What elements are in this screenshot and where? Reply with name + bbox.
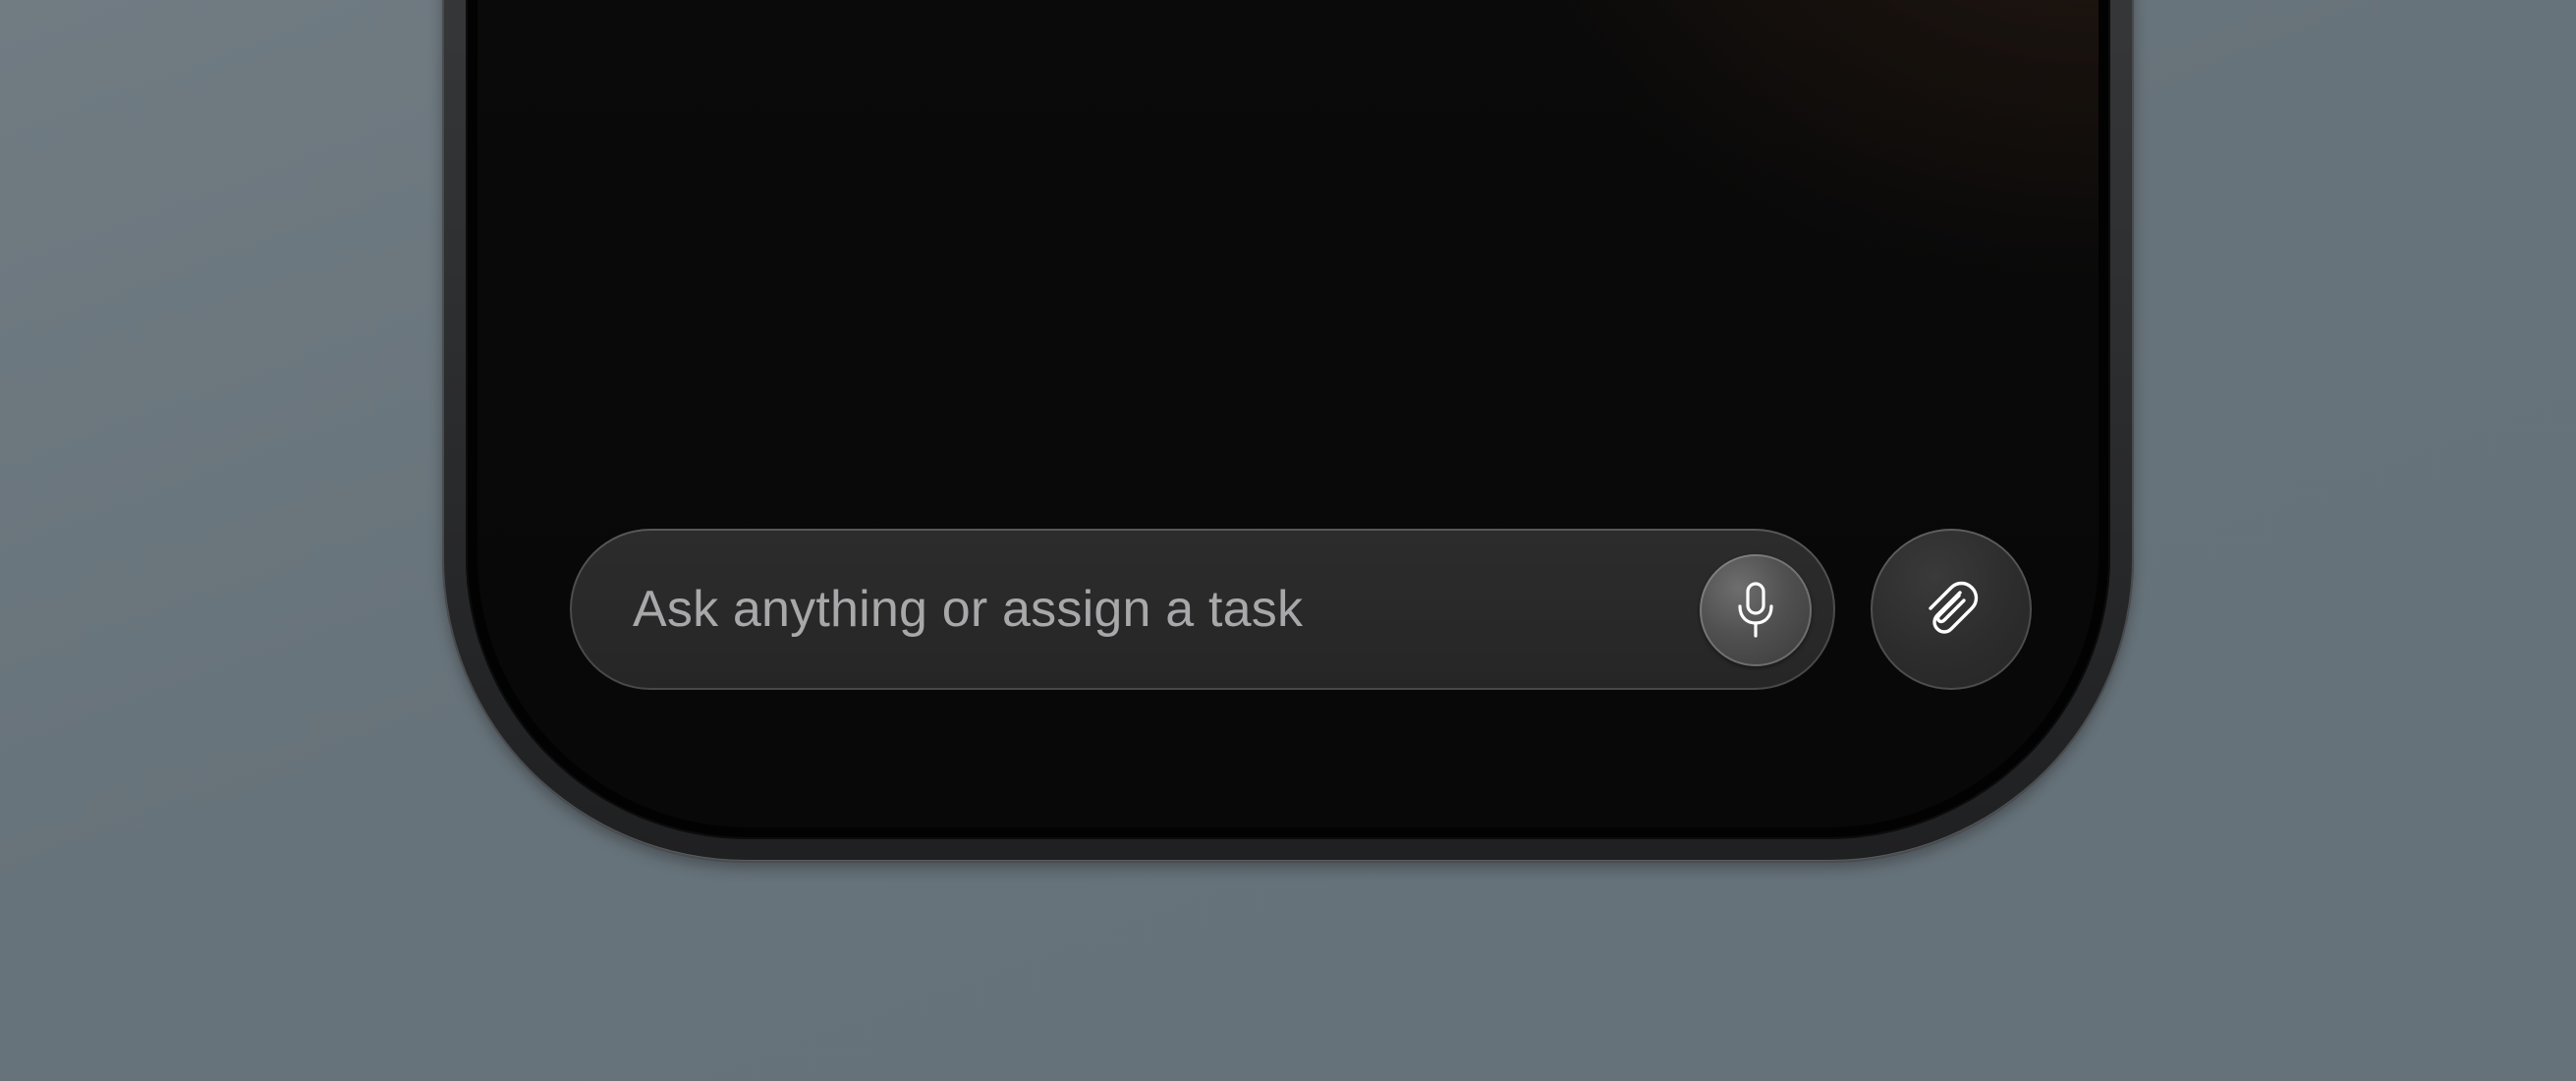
attach-button[interactable]	[1871, 529, 2032, 690]
message-input[interactable]: Ask anything or assign a task	[570, 529, 1835, 690]
paperclip-icon	[1929, 581, 1979, 634]
phone-frame	[442, 0, 2134, 863]
phone-bezel	[466, 0, 2110, 839]
microphone-button[interactable]	[1700, 554, 1812, 666]
phone-screen	[477, 0, 2099, 827]
microphone-icon	[1738, 582, 1773, 638]
input-placeholder: Ask anything or assign a task	[633, 581, 1304, 638]
